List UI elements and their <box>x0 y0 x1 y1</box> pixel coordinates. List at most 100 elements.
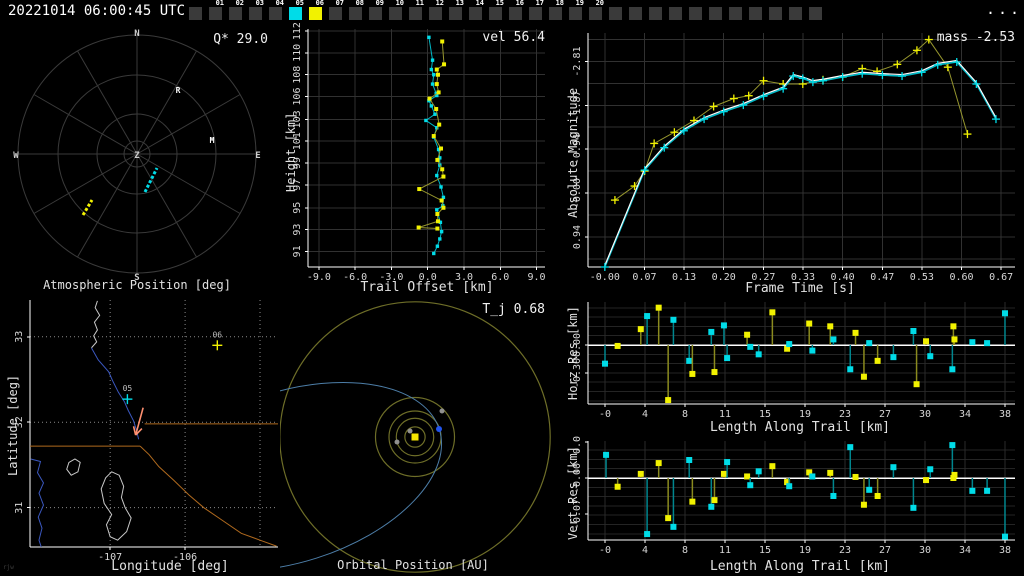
station-box <box>189 7 202 20</box>
station-number: 18 <box>555 0 564 7</box>
svg-text:0.60: 0.60 <box>949 272 973 283</box>
svg-text:31: 31 <box>14 502 25 514</box>
station-box <box>609 7 622 20</box>
svg-text:23: 23 <box>839 409 851 420</box>
station-box <box>449 7 462 20</box>
station-toggle-14[interactable]: 14 <box>468 0 488 22</box>
svg-text:-0.00: -0.00 <box>590 272 620 283</box>
station-box <box>529 7 542 20</box>
svg-text:-2.81: -2.81 <box>572 46 583 76</box>
station-box <box>589 7 602 20</box>
svg-text:-0: -0 <box>599 409 611 420</box>
station-toggle-blank-0[interactable] <box>188 0 208 22</box>
station-toggle-16[interactable]: 16 <box>508 0 528 22</box>
station-box <box>489 7 502 20</box>
station-toggle-01[interactable]: 01 <box>208 0 228 22</box>
height-ylabel: Height [km] <box>284 112 298 192</box>
svg-text:38: 38 <box>999 409 1011 420</box>
horz-length-xlabel: Length Along Trail [km] <box>709 420 890 435</box>
svg-text:15: 15 <box>759 545 771 556</box>
station-toggle-15[interactable]: 15 <box>488 0 508 22</box>
station-box <box>769 7 782 20</box>
station-toggle-13[interactable]: 13 <box>448 0 468 22</box>
station-toggle-blank-29[interactable] <box>768 0 788 22</box>
station-toggle-07[interactable]: 07 <box>328 0 348 22</box>
q-value-annotation: Q* 29.0 <box>213 32 268 47</box>
station-box <box>409 7 422 20</box>
absolute-magnitude-plot: -0.00 0.07 0.13 0.20 0.27 0.33 0.40 0.47 0.53 0.6… <box>572 33 1015 283</box>
station-toggle-12[interactable]: 12 <box>428 0 448 22</box>
station-box <box>329 7 342 20</box>
station-toggle-blank-21[interactable] <box>608 0 628 22</box>
watermark: rjw <box>3 564 14 571</box>
svg-text:110: 110 <box>292 44 303 62</box>
station-box <box>229 7 242 20</box>
station-number: 09 <box>375 0 384 7</box>
station-box <box>549 7 562 20</box>
station-toggle-20[interactable]: 20 <box>588 0 608 22</box>
svg-text:Z: Z <box>134 151 140 161</box>
station-box <box>729 7 742 20</box>
svg-text:91: 91 <box>292 245 303 257</box>
station-toggle-blank-27[interactable] <box>728 0 748 22</box>
station-toggle-18[interactable]: 18 <box>548 0 568 22</box>
svg-text:R: R <box>176 86 181 95</box>
tisserand-annotation: T_j 0.68 <box>482 302 545 317</box>
station-box <box>269 7 282 20</box>
station-box <box>469 7 482 20</box>
station-toggle-04[interactable]: 04 <box>268 0 288 22</box>
station-toggle-05[interactable]: 05 <box>288 0 308 22</box>
svg-text:19: 19 <box>799 545 811 556</box>
station-number: 03 <box>255 0 264 7</box>
station-box <box>389 7 402 20</box>
station-toggle-blank-28[interactable] <box>748 0 768 22</box>
station-number: 07 <box>335 0 344 7</box>
svg-text:27: 27 <box>879 409 891 420</box>
station-toggle-blank-23[interactable] <box>648 0 668 22</box>
station-toggle-09[interactable]: 09 <box>368 0 388 22</box>
station-toggle-blank-31[interactable] <box>808 0 828 22</box>
station-box <box>429 7 442 20</box>
longitude-xlabel: Longitude [deg] <box>111 559 229 574</box>
station-toggle-blank-25[interactable] <box>688 0 708 22</box>
frame-time-xlabel: Frame Time [s] <box>745 281 855 296</box>
station-number: 14 <box>475 0 484 7</box>
station-toggle-blank-26[interactable] <box>708 0 728 22</box>
svg-text:11: 11 <box>719 545 731 556</box>
svg-text:W: W <box>13 151 19 161</box>
timestamp: 20221014 06:00:45 UTC <box>8 3 186 19</box>
station-toggle-02[interactable]: 02 <box>228 0 248 22</box>
orbital-position-plot <box>280 301 551 573</box>
station-box <box>349 7 362 20</box>
station-toggle-17[interactable]: 17 <box>528 0 548 22</box>
station-box <box>309 7 322 20</box>
svg-text:106: 106 <box>292 88 303 106</box>
station-number: 17 <box>535 0 544 7</box>
svg-text:30: 30 <box>919 409 931 420</box>
station-toggle-blank-22[interactable] <box>628 0 648 22</box>
station-toggle-10[interactable]: 10 <box>388 0 408 22</box>
station-number: 15 <box>495 0 504 7</box>
polar-plot-title: Atmospheric Position [deg] <box>43 278 231 292</box>
station-toggle-blank-30[interactable] <box>788 0 808 22</box>
station-toggle-06[interactable]: 06 <box>308 0 328 22</box>
station-box <box>709 7 722 20</box>
vertical-residuals-plot: -0 4 8 11 15 19 23 27 30 34 380.07-0.00-0.07 <box>572 436 1015 556</box>
station-number: 13 <box>455 0 464 7</box>
station-box <box>509 7 522 20</box>
vert-res-ylabel: Vert Res [km] <box>566 446 580 540</box>
svg-text:05: 05 <box>123 384 133 393</box>
svg-text:112: 112 <box>292 22 303 40</box>
trail-offset-xlabel: Trail Offset [km] <box>360 280 494 295</box>
trail-offset-plot: -9.0 -6.0 -3.0 0.0 3.0 6.0 9.01121101081061031… <box>292 22 546 283</box>
svg-text:4: 4 <box>642 409 648 420</box>
station-number: 16 <box>515 0 524 7</box>
station-toggle-11[interactable]: 11 <box>408 0 428 22</box>
station-toggle-08[interactable]: 08 <box>348 0 368 22</box>
station-toggle-blank-24[interactable] <box>668 0 688 22</box>
station-box <box>569 7 582 20</box>
station-box <box>649 7 662 20</box>
station-toggle-19[interactable]: 19 <box>568 0 588 22</box>
overflow-menu-button[interactable]: ... <box>986 0 1022 18</box>
station-toggle-03[interactable]: 03 <box>248 0 268 22</box>
